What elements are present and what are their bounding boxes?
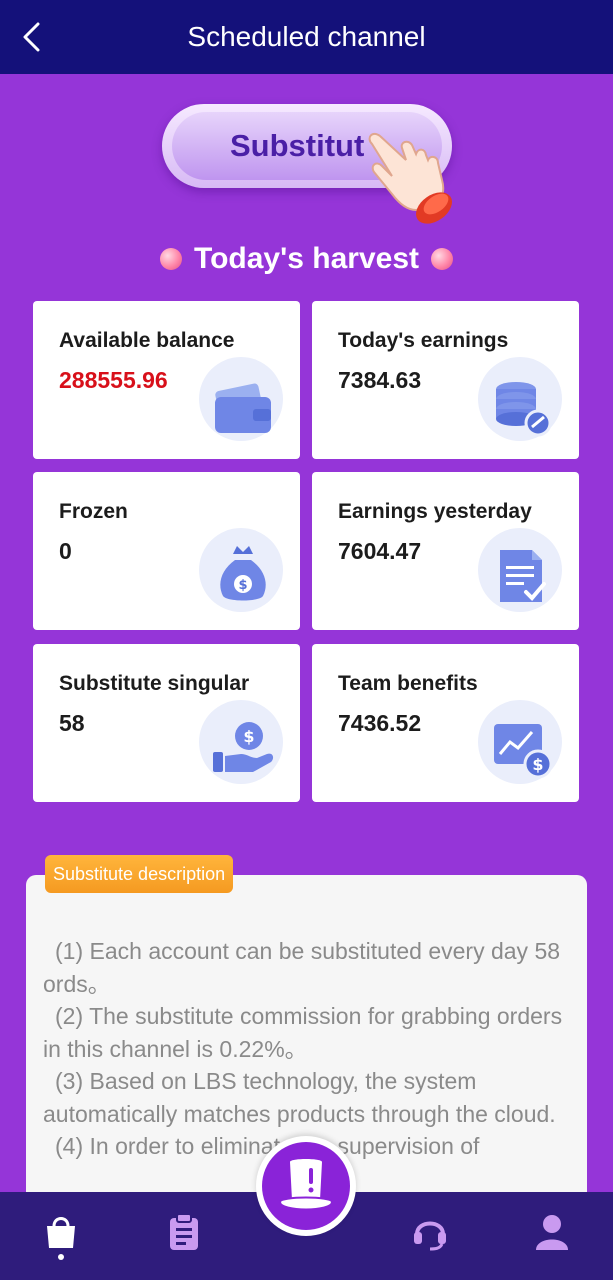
card-frozen: Frozen 0 $ — [33, 472, 300, 630]
card-label: Substitute singular — [59, 672, 250, 695]
description-tag: Substitute description — [45, 855, 234, 893]
header-bar: Scheduled channel — [0, 0, 613, 74]
hand-coin-icon: $ — [199, 700, 283, 784]
card-available-balance: Available balance 288555.96 — [33, 301, 300, 459]
card-todays-earnings: Today's earnings 7384.63 — [312, 301, 579, 459]
description-paragraph: (3) Based on LBS technology, the system … — [43, 1068, 556, 1127]
svg-text:$: $ — [532, 755, 543, 774]
document-check-icon — [478, 528, 562, 612]
card-value: 58 — [59, 710, 85, 736]
coins-stack-icon — [478, 357, 562, 441]
chevron-left-icon[interactable] — [18, 22, 48, 52]
substitute-button-label: Substitut — [230, 128, 365, 163]
wallet-icon — [199, 357, 283, 441]
description-text: (1) Each account can be substituted ever… — [43, 935, 577, 1163]
chart-dollar-icon: $ — [478, 700, 562, 784]
money-bag-icon: $ — [199, 528, 283, 612]
description-paragraph: (2) The substitute commission for grabbi… — [43, 1003, 563, 1062]
card-team-benefits: Team benefits 7436.52 $ — [312, 644, 579, 802]
active-indicator — [58, 1254, 64, 1260]
harvest-heading: Today's harvest — [0, 236, 613, 282]
clipboard-icon[interactable] — [164, 1212, 204, 1252]
card-label: Frozen — [59, 500, 128, 523]
center-home-button[interactable] — [256, 1136, 356, 1236]
center-home-button-face[interactable] — [262, 1142, 350, 1230]
svg-text:$: $ — [243, 727, 254, 746]
pink-orb-icon — [160, 248, 182, 270]
headset-icon[interactable] — [410, 1212, 450, 1252]
harvest-title: Today's harvest — [194, 242, 419, 275]
card-value: 7604.47 — [338, 538, 422, 564]
user-icon[interactable] — [532, 1212, 572, 1252]
pointing-hand-icon — [368, 132, 453, 224]
card-value: 7436.52 — [338, 710, 422, 736]
shopping-bag-icon[interactable] — [41, 1212, 81, 1252]
card-label: Earnings yesterday — [338, 500, 532, 523]
card-value: 0 — [59, 538, 72, 564]
card-earnings-yesterday: Earnings yesterday 7604.47 — [312, 472, 579, 630]
card-substitute-singular: Substitute singular 58 $ — [33, 644, 300, 802]
pink-orb-icon — [431, 248, 453, 270]
description-paragraph: (1) Each account can be substituted ever… — [43, 938, 561, 997]
card-label: Available balance — [59, 329, 235, 352]
page-title: Scheduled channel — [187, 21, 426, 52]
top-hat-icon — [278, 1159, 334, 1211]
card-label: Team benefits — [338, 672, 478, 695]
card-label: Today's earnings — [338, 329, 509, 352]
card-value: 7384.63 — [338, 367, 422, 393]
svg-text:$: $ — [238, 578, 247, 593]
card-value: 288555.96 — [59, 367, 168, 393]
